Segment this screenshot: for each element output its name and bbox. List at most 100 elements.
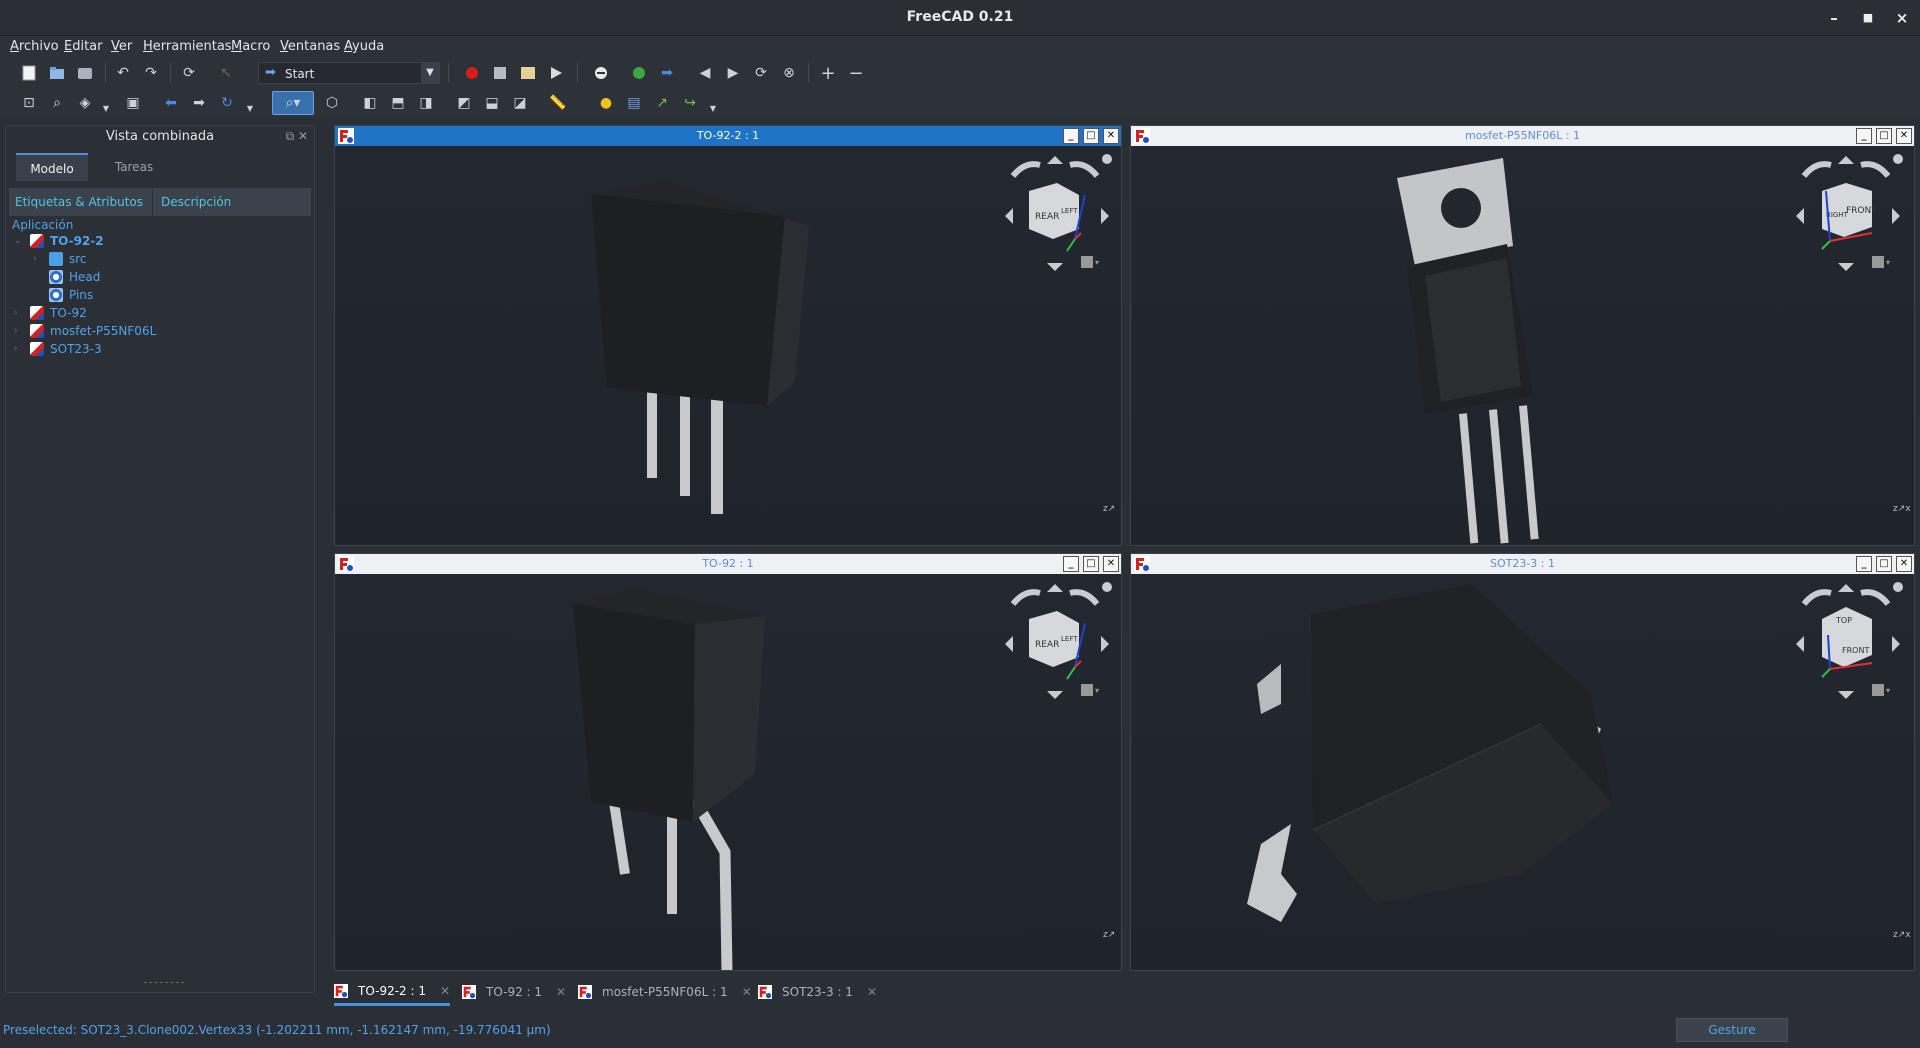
3d-viewport[interactable]: REAR LEFT ▾ z↗ (335, 574, 1121, 970)
tree-item[interactable]: Pins (49, 286, 93, 304)
sync-view-icon[interactable]: ↻ (217, 93, 237, 113)
menu-ventanas[interactable]: Ventanas (280, 39, 340, 54)
link-actions-icon[interactable]: ↪ (680, 93, 700, 113)
close-icon[interactable]: ✕ (1103, 556, 1119, 572)
menu-editar[interactable]: Editar (64, 39, 103, 54)
fit-selection-icon[interactable]: ⌕ (47, 93, 67, 113)
zoom-out-icon[interactable]: − (846, 63, 866, 84)
navigation-cube[interactable]: REAR LEFT ▾ (995, 579, 1115, 709)
tree-item[interactable]: ⌄ TO-92-2 (14, 232, 104, 250)
save-icon[interactable] (75, 63, 95, 83)
maximize-button[interactable]: ■ (1857, 7, 1879, 29)
selection-filter-button[interactable]: ⌕▾ (272, 91, 314, 115)
column-description[interactable]: Descripción (155, 188, 231, 216)
close-icon[interactable]: ✕ (867, 985, 877, 999)
minimize-icon[interactable]: _ (1063, 128, 1079, 144)
record-macro-icon[interactable] (462, 63, 482, 83)
menu-ayuda[interactable]: Ayuda (344, 39, 384, 54)
menu-archivo[interactable]: Archivo (10, 39, 59, 54)
view-window-to-92[interactable]: TO-92 : 1 _ □ ✕ REAR LEFT ▾ z↗ (334, 553, 1122, 971)
close-icon[interactable]: ✕ (742, 985, 752, 999)
measure-distance-icon[interactable]: 📏 (548, 93, 568, 113)
tree-item[interactable]: Head (49, 268, 100, 286)
maximize-icon[interactable]: □ (1876, 128, 1892, 144)
view-window-mosfet[interactable]: mosfet-P55NF06L : 1 _□✕ RIGHT FRONT ▾ (1130, 125, 1915, 546)
zoom-in-icon[interactable]: + (818, 63, 838, 84)
minimize-icon[interactable]: _ (1063, 556, 1079, 572)
edit-macro-icon[interactable] (518, 63, 538, 83)
new-file-icon[interactable] (19, 63, 39, 83)
close-icon[interactable]: ✕ (1103, 128, 1119, 144)
chevron-down-icon[interactable]: ▼ (96, 98, 116, 118)
menu-herramientas[interactable]: Herramientas (143, 39, 232, 54)
expand-icon[interactable]: ⌄ (14, 236, 24, 246)
navigation-cube[interactable]: REAR LEFT ▾ (995, 151, 1115, 281)
left-view-icon[interactable]: ◪ (510, 93, 530, 113)
maximize-icon[interactable]: □ (1876, 556, 1892, 572)
menu-macro[interactable]: Macro (231, 39, 270, 54)
tree-item[interactable]: › src (33, 250, 87, 268)
web-open-icon[interactable]: ➡ (657, 63, 677, 83)
3d-viewport[interactable]: REAR LEFT ▾ z↗ (335, 146, 1121, 545)
view-titlebar[interactable]: SOT23-3 : 1 _ □ ✕ (1131, 554, 1914, 574)
isometric-view-icon[interactable]: ⬡ (322, 93, 342, 113)
close-icon[interactable]: ✕ (440, 984, 450, 998)
stop-loading-icon[interactable] (591, 63, 611, 83)
front-view-icon[interactable]: ◧ (360, 93, 380, 113)
doc-tab[interactable]: mosfet-P55NF06L : 1 ✕ (578, 978, 752, 1006)
expand-icon[interactable]: › (14, 326, 24, 336)
open-file-icon[interactable] (47, 63, 67, 83)
expand-icon[interactable]: › (14, 344, 24, 354)
chevron-down-icon[interactable]: ▼ (703, 98, 723, 118)
close-button[interactable]: × (1891, 7, 1913, 29)
right-view-icon[interactable]: ◨ (416, 93, 436, 113)
doc-tab[interactable]: SOT23-3 : 1 ✕ (758, 978, 877, 1006)
tree-item[interactable]: › SOT23-3 (14, 340, 102, 358)
reload-icon[interactable]: ⟳ (751, 63, 771, 83)
forward-icon[interactable]: ▶ (723, 63, 743, 83)
group-icon[interactable]: ▤ (624, 93, 644, 113)
undo-icon[interactable]: ↶ (113, 63, 133, 83)
close-icon[interactable]: ✕ (556, 985, 566, 999)
chevron-down-icon[interactable]: ▼ (421, 63, 439, 83)
workbench-selector[interactable]: ➡ Start ▼ (258, 62, 440, 84)
link-icon[interactable]: ↗ (652, 93, 672, 113)
3d-viewport[interactable]: TOP FRONT ▾ z↗x (1131, 574, 1914, 970)
3d-viewport[interactable]: RIGHT FRONT ▾ z↗x (1131, 146, 1914, 545)
view-titlebar[interactable]: TO-92 : 1 _ □ ✕ (335, 554, 1121, 574)
navigation-style-button[interactable]: Gesture (1676, 1018, 1788, 1042)
part-icon[interactable]: ● (596, 93, 616, 113)
panel-resize-grip[interactable] (144, 982, 184, 984)
tree-item[interactable]: › mosfet-P55NF06L (14, 322, 156, 340)
fit-all-icon[interactable]: ⊡ (19, 93, 39, 113)
doc-tab[interactable]: TO-92-2 : 1 ✕ (334, 978, 451, 1006)
redo-icon[interactable]: ↷ (141, 63, 161, 83)
run-macro-icon[interactable] (546, 63, 566, 83)
refresh-icon[interactable]: ⟳ (179, 63, 199, 83)
navigation-cube[interactable]: RIGHT FRONT ▾ (1786, 151, 1906, 281)
column-labels[interactable]: Etiquetas & Atributos (9, 188, 153, 216)
maximize-icon[interactable]: □ (1083, 128, 1099, 144)
back-view-icon[interactable]: ⬅ (161, 93, 181, 113)
minimize-icon[interactable]: _ (1856, 128, 1872, 144)
panel-buttons[interactable]: ⧉ ✕ (286, 129, 308, 144)
web-home-icon[interactable] (629, 63, 649, 83)
tab-tareas[interactable]: Tareas (98, 153, 170, 181)
stop-macro-icon[interactable] (490, 63, 510, 83)
forward-view-icon[interactable]: ➡ (189, 93, 209, 113)
whats-this-icon[interactable]: ↖ (216, 63, 236, 83)
bounding-box-icon[interactable]: ▣ (123, 93, 143, 113)
rear-view-icon[interactable]: ◩ (454, 93, 474, 113)
tree-item[interactable]: › TO-92 (14, 304, 87, 322)
top-view-icon[interactable]: ⬒ (388, 93, 408, 113)
minimize-icon[interactable]: _ (1856, 556, 1872, 572)
expand-icon[interactable]: › (33, 254, 43, 264)
view-titlebar[interactable]: TO-92-2 : 1 _ □ ✕ (335, 126, 1121, 146)
close-icon[interactable]: ✕ (1896, 556, 1912, 572)
back-icon[interactable]: ◀ (695, 63, 715, 83)
expand-icon[interactable]: › (14, 308, 24, 318)
bottom-view-icon[interactable]: ⬓ (482, 93, 502, 113)
navigation-cube[interactable]: TOP FRONT ▾ (1786, 579, 1906, 709)
view-titlebar[interactable]: mosfet-P55NF06L : 1 _ □ ✕ (1131, 126, 1914, 146)
menu-ver[interactable]: Ver (111, 39, 132, 54)
